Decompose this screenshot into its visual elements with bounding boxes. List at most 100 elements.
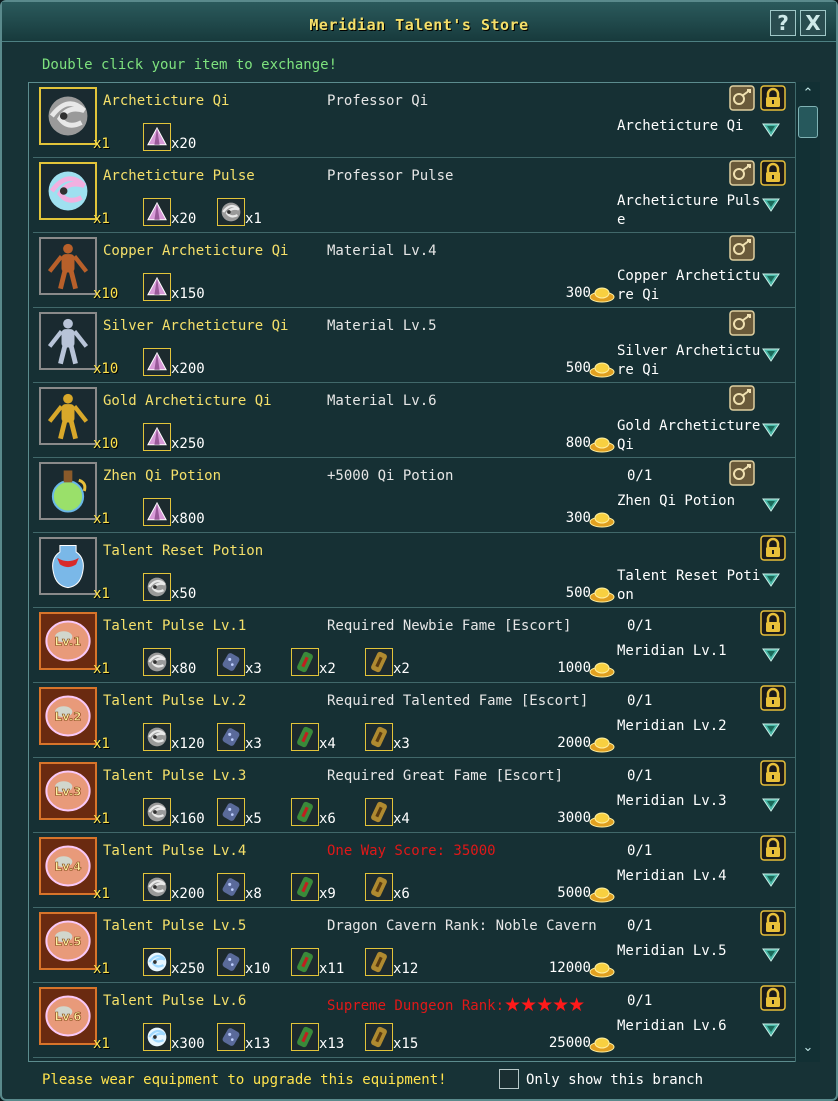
talent-orb-icon[interactable]: Lv.1 (39, 612, 97, 670)
gold-scroll-icon[interactable] (365, 1023, 393, 1051)
blue-ore-icon[interactable] (217, 648, 245, 676)
talent-orb-icon[interactable]: Lv.4 (39, 837, 97, 895)
expand-arrow-icon[interactable] (761, 269, 781, 289)
gold-cost: 500 (565, 360, 591, 376)
swirl-orb-gray-icon[interactable] (143, 723, 171, 751)
swirl-orb-gray-icon[interactable] (39, 87, 97, 145)
green-scroll-icon[interactable] (291, 648, 319, 676)
material-count: x3 (245, 736, 262, 752)
title-bar[interactable]: Meridian Talent's Store ? X (2, 2, 836, 42)
swirl-orb-gray-icon[interactable] (143, 873, 171, 901)
pink-crystal-icon[interactable] (143, 123, 171, 151)
scroll-down-icon[interactable]: ⌄ (798, 1038, 818, 1058)
expand-arrow-icon[interactable] (761, 419, 781, 439)
gold-ingot-icon (589, 360, 615, 378)
swirl-orb-gray-icon[interactable] (143, 648, 171, 676)
gold-scroll-icon[interactable] (365, 873, 393, 901)
pink-crystal-icon[interactable] (143, 273, 171, 301)
store-row[interactable]: Lv.1 x1 Talent Pulse Lv.1 Required Newbie F… (33, 608, 799, 683)
material-count: x5 (245, 811, 262, 827)
scroll-thumb[interactable] (798, 106, 818, 138)
swirl-orb-gray-icon[interactable] (143, 573, 171, 601)
scroll-up-icon[interactable]: ⌃ (798, 84, 818, 104)
store-row[interactable]: x10 Gold Archeticture Qi Material Lv.6 x25… (33, 383, 799, 458)
swirl-orb-blue-icon[interactable] (143, 948, 171, 976)
gold-cost: 500 (565, 585, 591, 601)
green-scroll-icon[interactable] (291, 798, 319, 826)
store-row[interactable]: x10 Copper Archeticture Qi Material Lv.4 x… (33, 233, 799, 308)
pink-crystal-icon[interactable] (143, 498, 171, 526)
pink-crystal-icon[interactable] (143, 198, 171, 226)
store-row[interactable]: Lv.5 x1 Talent Pulse Lv.5 Dragon Cavern Ran… (33, 908, 799, 983)
swirl-orb-rainbow-icon[interactable] (39, 162, 97, 220)
expand-arrow-icon[interactable] (761, 1019, 781, 1039)
store-row[interactable]: x10 Silver Archeticture Qi Material Lv.5 x… (33, 308, 799, 383)
vase-potion-icon[interactable] (39, 537, 97, 595)
gold-scroll-icon[interactable] (365, 723, 393, 751)
swirl-orb-gray-icon[interactable] (217, 198, 245, 226)
expand-arrow-icon[interactable] (761, 569, 781, 589)
gold-scroll-icon[interactable] (365, 648, 393, 676)
item-requirement: Professor Pulse (327, 168, 453, 184)
store-row[interactable]: x1 Talent Reset Potion x50 500 Talent Rese… (33, 533, 799, 608)
material-count: x200 (171, 361, 205, 377)
copper-figure-icon[interactable] (39, 237, 97, 295)
expand-arrow-icon[interactable] (761, 494, 781, 514)
expand-arrow-icon[interactable] (761, 794, 781, 814)
store-row[interactable]: x1 Zhen Qi Potion +5000 Qi Potion x800 300 … (33, 458, 799, 533)
help-button[interactable]: ? (770, 10, 796, 36)
store-row[interactable]: Lv.3 x1 Talent Pulse Lv.3 Required Great Fa… (33, 758, 799, 833)
expand-arrow-icon[interactable] (761, 194, 781, 214)
green-scroll-icon[interactable] (291, 948, 319, 976)
only-show-branch-checkbox[interactable] (499, 1069, 519, 1089)
exchange-limit: 0/1 (627, 918, 653, 934)
talent-orb-icon[interactable]: Lv.2 (39, 687, 97, 745)
store-row[interactable]: x1 Archeticture Qi Professor Qi x20 Archeti… (33, 83, 799, 158)
material-count: x50 (171, 586, 197, 602)
pink-crystal-icon[interactable] (143, 423, 171, 451)
blue-ore-icon[interactable] (217, 948, 245, 976)
talent-orb-icon[interactable]: Lv.3 (39, 762, 97, 820)
lock-icon (760, 535, 786, 561)
silver-figure-icon[interactable] (39, 312, 97, 370)
close-button[interactable]: X (800, 10, 826, 36)
store-row[interactable]: Lv.2 x1 Talent Pulse Lv.2 Required Talented… (33, 683, 799, 758)
green-scroll-icon[interactable] (291, 723, 319, 751)
green-scroll-icon[interactable] (291, 1023, 319, 1051)
only-show-branch-label[interactable]: Only show this branch (526, 1072, 703, 1088)
lock-icon (760, 685, 786, 711)
expand-arrow-icon[interactable] (761, 644, 781, 664)
material-count: x6 (393, 886, 410, 902)
store-row[interactable]: x1 Archeticture Pulse Professor Pulse x20 … (33, 158, 799, 233)
window-title: Meridian Talent's Store (309, 16, 529, 34)
scrollbar[interactable]: ⌃ ⌄ (795, 82, 820, 1062)
green-potion-icon[interactable] (39, 462, 97, 520)
gold-scroll-icon[interactable] (365, 948, 393, 976)
item-quantity: x1 (93, 961, 110, 977)
expand-arrow-icon[interactable] (761, 344, 781, 364)
swirl-orb-gray-icon[interactable] (143, 798, 171, 826)
swirl-orb-blue-icon[interactable] (143, 1023, 171, 1051)
talent-orb-icon[interactable]: Lv.6 (39, 987, 97, 1045)
blue-ore-icon[interactable] (217, 798, 245, 826)
talent-orb-icon[interactable]: Lv.5 (39, 912, 97, 970)
lock-icon (760, 160, 786, 186)
gold-ingot-icon (589, 660, 615, 678)
expand-arrow-icon[interactable] (761, 944, 781, 964)
item-list: x1 Archeticture Qi Professor Qi x20 Archeti… (28, 82, 820, 1062)
blue-ore-icon[interactable] (217, 723, 245, 751)
expand-arrow-icon[interactable] (761, 869, 781, 889)
expand-arrow-icon[interactable] (761, 719, 781, 739)
pink-crystal-icon[interactable] (143, 348, 171, 376)
blue-ore-icon[interactable] (217, 873, 245, 901)
gold-ingot-icon (589, 510, 615, 528)
blue-ore-icon[interactable] (217, 1023, 245, 1051)
store-row[interactable]: Lv.4 x1 Talent Pulse Lv.4 One Way Score: 35… (33, 833, 799, 908)
item-requirement: Required Talented Fame [Escort] (327, 693, 588, 709)
gold-scroll-icon[interactable] (365, 798, 393, 826)
material-count: x6 (319, 811, 336, 827)
green-scroll-icon[interactable] (291, 873, 319, 901)
store-row[interactable]: Lv.6 x1 Talent Pulse Lv.6 Supreme Dungeon R… (33, 983, 799, 1058)
expand-arrow-icon[interactable] (761, 119, 781, 139)
gold-figure-icon[interactable] (39, 387, 97, 445)
